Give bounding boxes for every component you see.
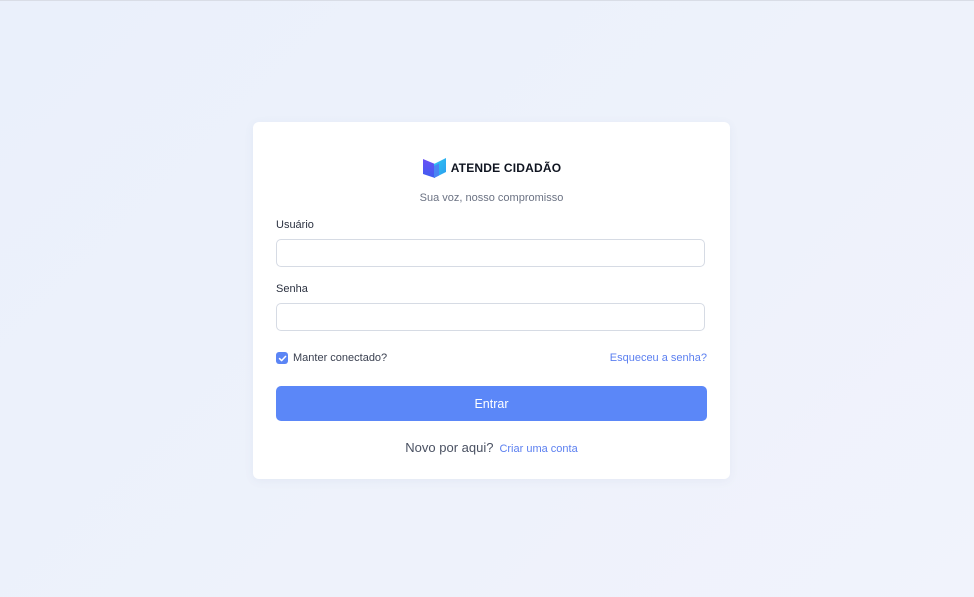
login-card: ATENDE CIDADÃO Sua voz, nosso compromiss… xyxy=(253,122,730,479)
signup-row: Novo por aqui? Criar uma conta xyxy=(253,440,730,455)
login-button[interactable]: Entrar xyxy=(276,386,707,421)
password-label: Senha xyxy=(276,283,308,295)
brand-name: ATENDE CIDADÃO xyxy=(450,161,562,175)
book-logo-icon xyxy=(422,158,446,178)
remember-me-toggle[interactable]: Manter conectado? xyxy=(276,351,387,365)
top-divider xyxy=(0,0,974,1)
remember-label: Manter conectado? xyxy=(293,352,388,364)
username-label: Usuário xyxy=(276,219,314,231)
remember-checkbox[interactable] xyxy=(276,352,288,364)
forgot-password-link[interactable]: Esqueceu a senha? xyxy=(610,352,707,364)
signup-prompt: Novo por aqui? xyxy=(405,440,494,455)
username-input[interactable] xyxy=(276,239,705,267)
create-account-link[interactable]: Criar uma conta xyxy=(499,443,577,455)
tagline: Sua voz, nosso compromisso xyxy=(419,192,564,204)
brand-header: ATENDE CIDADÃO xyxy=(253,156,730,180)
password-input[interactable] xyxy=(276,303,705,331)
check-icon xyxy=(278,355,286,361)
